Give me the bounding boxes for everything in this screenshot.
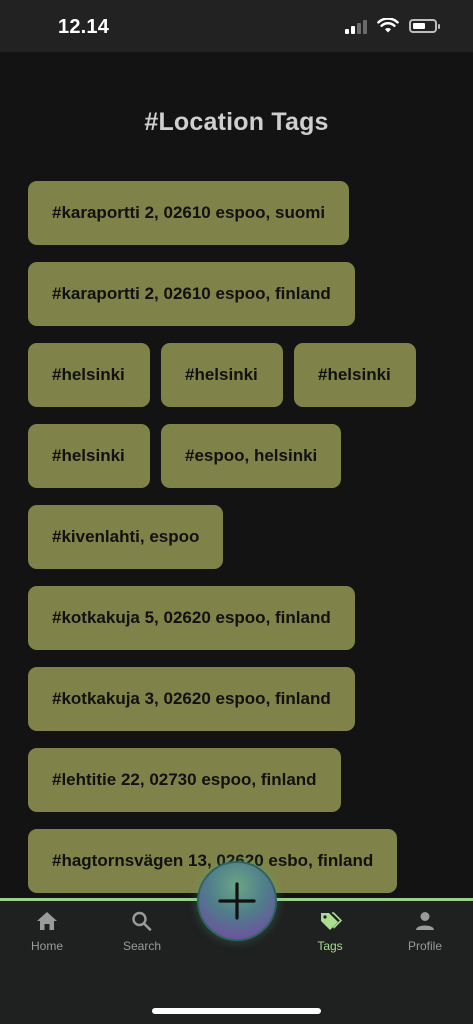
location-tag[interactable]: #kivenlahti, espoo [28,505,224,569]
add-button[interactable] [197,861,277,941]
nav-home[interactable]: Home [7,911,87,953]
nav-home-label: Home [30,939,63,953]
home-icon [37,912,57,930]
location-tag[interactable]: #helsinki [28,424,150,488]
location-tag[interactable]: #lehtitie 22, 02730 espoo, finland [28,748,341,812]
status-time: 12.14 [58,16,110,38]
location-tag[interactable]: #helsinki [28,343,150,407]
search-icon [132,911,152,931]
plus-icon [218,882,256,920]
person-icon [416,912,434,930]
home-indicator [152,1008,321,1014]
location-tag-list: #karaportti 2, 02610 espoo, suomi #karap… [28,181,448,893]
location-tag[interactable]: #karaportti 2, 02610 espoo, finland [28,262,355,326]
nav-search-label: Search [122,939,162,953]
nav-tags-label: Tags [317,939,343,953]
location-tag[interactable]: #kotkakuja 3, 02620 espoo, finland [28,667,355,731]
nav-tags[interactable]: Tags [290,911,370,953]
nav-search[interactable]: Search [102,911,182,953]
page-title: #Location Tags [144,108,329,136]
location-tag[interactable]: #karaportti 2, 02610 espoo, suomi [28,181,350,245]
location-tag[interactable]: #kotkakuja 5, 02620 espoo, finland [28,586,355,650]
battery-icon [409,19,440,33]
status-bar: 12.14 [0,0,473,52]
location-tag[interactable]: #helsinki [161,343,283,407]
nav-profile-label: Profile [407,939,442,953]
nav-profile[interactable]: Profile [385,911,465,953]
tags-icon [321,912,342,930]
status-icons [345,18,440,34]
wifi-icon [377,18,399,33]
cellular-signal-icon [345,18,367,34]
location-tag[interactable]: #helsinki [294,343,416,407]
location-tag[interactable]: #espoo, helsinki [161,424,342,488]
